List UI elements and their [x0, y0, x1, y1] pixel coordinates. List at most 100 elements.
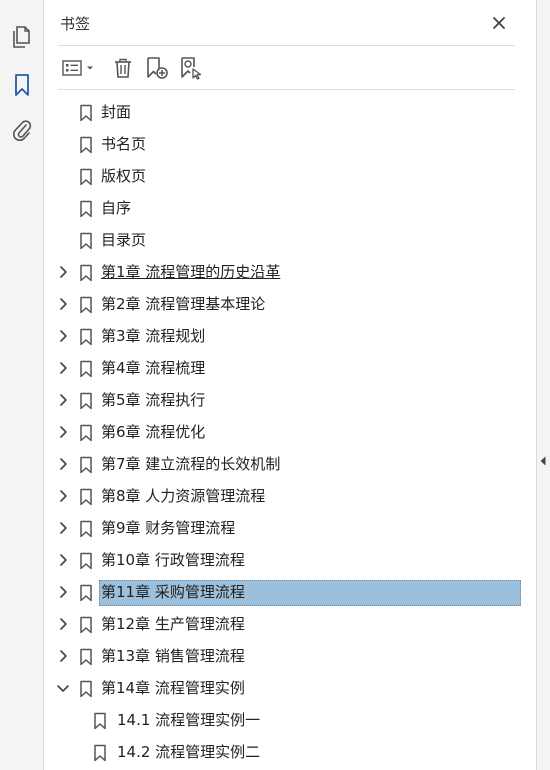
- new-bookmark-icon: [147, 57, 168, 79]
- chevron-right-icon: [60, 330, 67, 342]
- bookmark-label[interactable]: 第11章 采购管理流程: [101, 582, 245, 602]
- collapse-panel-button[interactable]: [538, 453, 548, 469]
- bookmark-label[interactable]: 第6章 流程优化: [101, 422, 205, 442]
- bookmark-row-9[interactable]: 第4章 流程梳理: [44, 352, 530, 384]
- bookmark-row-6[interactable]: 第1章 流程管理的历史沿革: [44, 256, 530, 288]
- delete-bookmark-button[interactable]: [110, 54, 136, 82]
- bookmark-label[interactable]: 第7章 建立流程的长效机制: [101, 454, 280, 474]
- bookmark-icon: [80, 232, 92, 250]
- bookmark-label[interactable]: 第2章 流程管理基本理论: [101, 294, 265, 314]
- bookmark-row-17[interactable]: 第12章 生产管理流程: [44, 608, 530, 640]
- bookmark-icon: [80, 136, 92, 154]
- bookmark-row-5[interactable]: 目录页: [44, 224, 530, 256]
- bookmark-label[interactable]: 书名页: [101, 134, 146, 154]
- bookmark-row-19[interactable]: 第14章 流程管理实例: [44, 672, 530, 704]
- bookmark-icon: [80, 360, 92, 378]
- expand-toggle[interactable]: [56, 681, 70, 695]
- page-thumbnails-button[interactable]: [9, 24, 35, 50]
- bookmark-label[interactable]: 第8章 人力资源管理流程: [101, 486, 265, 506]
- bookmark-row-1[interactable]: 封面: [44, 96, 530, 128]
- bookmark-icon: [80, 456, 92, 474]
- bookmark-icon: [94, 744, 106, 762]
- chevron-right-icon: [60, 522, 67, 534]
- chevron-right-icon: [60, 458, 67, 470]
- attachments-button[interactable]: [9, 117, 35, 143]
- expand-toggle[interactable]: [56, 393, 70, 407]
- expand-toggle[interactable]: [56, 425, 70, 439]
- chevron-right-icon: [60, 426, 67, 438]
- bookmarks-button[interactable]: [9, 72, 35, 98]
- close-button[interactable]: [488, 12, 510, 34]
- expand-toggle[interactable]: [56, 585, 70, 599]
- bookmark-label[interactable]: 第9章 财务管理流程: [101, 518, 235, 538]
- bookmark-label[interactable]: 第13章 销售管理流程: [101, 646, 245, 666]
- bookmark-row-11[interactable]: 第6章 流程优化: [44, 416, 530, 448]
- bookmark-row-15[interactable]: 第10章 行政管理流程: [44, 544, 530, 576]
- toolbar-divider: [58, 89, 515, 90]
- expand-toggle[interactable]: [56, 361, 70, 375]
- bookmark-label[interactable]: 第3章 流程规划: [101, 326, 205, 346]
- bookmark-icon: [80, 168, 92, 186]
- new-bookmark-button[interactable]: [144, 54, 170, 82]
- bookmark-icon: [80, 552, 92, 570]
- bookmark-icon: [80, 680, 92, 698]
- bookmark-row-13[interactable]: 第8章 人力资源管理流程: [44, 480, 530, 512]
- bookmark-row-8[interactable]: 第3章 流程规划: [44, 320, 530, 352]
- bookmark-row-18[interactable]: 第13章 销售管理流程: [44, 640, 530, 672]
- bookmark-row-20[interactable]: 14.1 流程管理实例一: [44, 704, 530, 736]
- bookmark-label[interactable]: 第14章 流程管理实例: [101, 678, 245, 698]
- bookmark-tree: 封面 书名页 版权页 自序 目录页 第1章 流程管理的历史沿革 第2章 流程管理…: [44, 96, 530, 768]
- bookmark-label[interactable]: 14.2 流程管理实例二: [117, 742, 260, 762]
- expand-toggle[interactable]: [56, 649, 70, 663]
- chevron-down-icon: [86, 66, 93, 70]
- expand-toggle[interactable]: [56, 489, 70, 503]
- bookmark-icon: [80, 488, 92, 506]
- expand-toggle[interactable]: [56, 521, 70, 535]
- bookmark-row-16[interactable]: 第11章 采购管理流程: [44, 576, 530, 608]
- find-current-bookmark-button[interactable]: [178, 54, 204, 82]
- bookmark-icon: [80, 104, 92, 122]
- bookmark-icon: [80, 520, 92, 538]
- chevron-right-icon: [60, 650, 67, 662]
- bookmark-row-14[interactable]: 第9章 财务管理流程: [44, 512, 530, 544]
- bookmark-row-21[interactable]: 14.2 流程管理实例二: [44, 736, 530, 768]
- bookmark-icon: [80, 616, 92, 634]
- bookmark-row-2[interactable]: 书名页: [44, 128, 530, 160]
- options-dropdown-button[interactable]: [60, 54, 96, 82]
- panel-edge: [536, 0, 550, 770]
- expand-toggle[interactable]: [56, 617, 70, 631]
- expand-toggle[interactable]: [56, 329, 70, 343]
- expand-toggle[interactable]: [56, 457, 70, 471]
- bookmark-icon: [80, 328, 92, 346]
- expand-toggle[interactable]: [56, 265, 70, 279]
- chevron-right-icon: [60, 618, 67, 630]
- bookmark-label[interactable]: 第10章 行政管理流程: [101, 550, 245, 570]
- navigation-rail: [0, 0, 44, 770]
- expand-toggle[interactable]: [56, 553, 70, 567]
- bookmark-icon: [80, 424, 92, 442]
- bookmark-label[interactable]: 自序: [101, 198, 131, 218]
- expand-toggle[interactable]: [56, 297, 70, 311]
- bookmark-label[interactable]: 14.1 流程管理实例一: [117, 710, 260, 730]
- find-bookmark-icon: [181, 57, 202, 80]
- chevron-right-icon: [60, 586, 67, 598]
- bookmark-row-4[interactable]: 自序: [44, 192, 530, 224]
- bookmark-row-10[interactable]: 第5章 流程执行: [44, 384, 530, 416]
- bookmark-label[interactable]: 目录页: [101, 230, 146, 250]
- chevron-right-icon: [60, 266, 67, 278]
- panel-title: 书签: [60, 15, 91, 33]
- bookmark-row-12[interactable]: 第7章 建立流程的长效机制: [44, 448, 530, 480]
- bookmark-label[interactable]: 版权页: [101, 166, 146, 186]
- bookmark-label[interactable]: 封面: [101, 102, 131, 122]
- chevron-right-icon: [60, 394, 67, 406]
- bookmarks-panel: 书签 封面 书名页 版权页 自序 目录页 第1章 流程管理的历史沿革 第2章 流…: [44, 0, 530, 770]
- bookmark-row-7[interactable]: 第2章 流程管理基本理论: [44, 288, 530, 320]
- bookmark-label[interactable]: 第5章 流程执行: [101, 390, 205, 410]
- bookmark-row-3[interactable]: 版权页: [44, 160, 530, 192]
- bookmark-label[interactable]: 第12章 生产管理流程: [101, 614, 245, 634]
- bookmark-icon: [80, 648, 92, 666]
- bookmark-label[interactable]: 第4章 流程梳理: [101, 358, 205, 378]
- panel-header: 书签: [44, 0, 530, 46]
- bookmark-label[interactable]: 第1章 流程管理的历史沿革: [101, 262, 280, 282]
- bookmark-icon: [80, 584, 92, 602]
